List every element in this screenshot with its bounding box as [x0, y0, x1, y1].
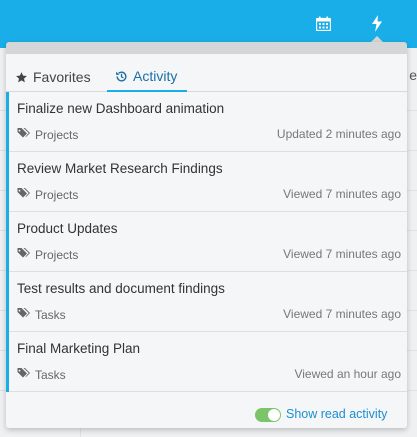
tags-icon	[17, 127, 31, 142]
star-icon	[15, 71, 28, 84]
list-item[interactable]: Review Market Research Findings Projects…	[6, 152, 407, 212]
item-tag-label: Projects	[35, 187, 79, 202]
item-status: Viewed an hour ago	[294, 367, 401, 381]
item-status: Viewed 7 minutes ago	[283, 307, 401, 321]
activity-popover: Favorites Activity Finalize new Dashboar…	[6, 42, 407, 428]
tags-icon	[17, 247, 31, 262]
list-item[interactable]: Test results and document findings Tasks…	[6, 272, 407, 332]
background-partial-text: e	[409, 67, 417, 83]
show-read-toggle[interactable]	[255, 408, 281, 422]
popover-tabs: Favorites Activity	[6, 54, 407, 92]
show-read-activity-link[interactable]: Show read activity	[286, 407, 387, 421]
calendar-icon[interactable]	[313, 13, 333, 33]
item-title[interactable]: Final Marketing Plan	[17, 341, 140, 356]
item-tag-label: Tasks	[35, 307, 66, 322]
item-status: Viewed 7 minutes ago	[283, 187, 401, 201]
toggle-knob	[268, 409, 280, 421]
list-item[interactable]: Finalize new Dashboard animation Project…	[6, 92, 407, 152]
item-tag: Tasks	[17, 367, 66, 382]
item-tag-label: Projects	[35, 127, 79, 142]
activity-list: Finalize new Dashboard animation Project…	[6, 92, 407, 392]
item-title[interactable]: Finalize new Dashboard animation	[17, 101, 224, 116]
item-tag: Projects	[17, 187, 78, 202]
tab-activity[interactable]: Activity	[107, 62, 188, 92]
item-tag: Projects	[17, 127, 78, 142]
item-title[interactable]: Test results and document findings	[17, 281, 225, 296]
bolt-icon[interactable]	[367, 13, 387, 33]
tags-icon	[17, 187, 31, 202]
tags-icon	[17, 307, 31, 322]
item-status: Updated 2 minutes ago	[276, 127, 401, 141]
list-item[interactable]: Final Marketing Plan Tasks Viewed an hou…	[6, 332, 407, 392]
item-title[interactable]: Product Updates	[17, 221, 118, 236]
tab-favorites[interactable]: Favorites	[15, 62, 91, 92]
item-tag-label: Tasks	[35, 367, 66, 382]
popover-footer: Show read activity	[6, 404, 407, 428]
item-tag: Tasks	[17, 307, 66, 322]
top-app-bar	[0, 0, 417, 48]
history-icon	[115, 70, 128, 83]
item-tag: Projects	[17, 247, 78, 262]
tab-favorites-label: Favorites	[33, 69, 91, 85]
item-tag-label: Projects	[35, 247, 79, 262]
item-status: Viewed 7 minutes ago	[283, 247, 401, 261]
list-item[interactable]: Product Updates Projects Viewed 7 minute…	[6, 212, 407, 272]
tab-activity-label: Activity	[133, 68, 178, 84]
tags-icon	[17, 367, 31, 382]
item-title[interactable]: Review Market Research Findings	[17, 161, 223, 176]
